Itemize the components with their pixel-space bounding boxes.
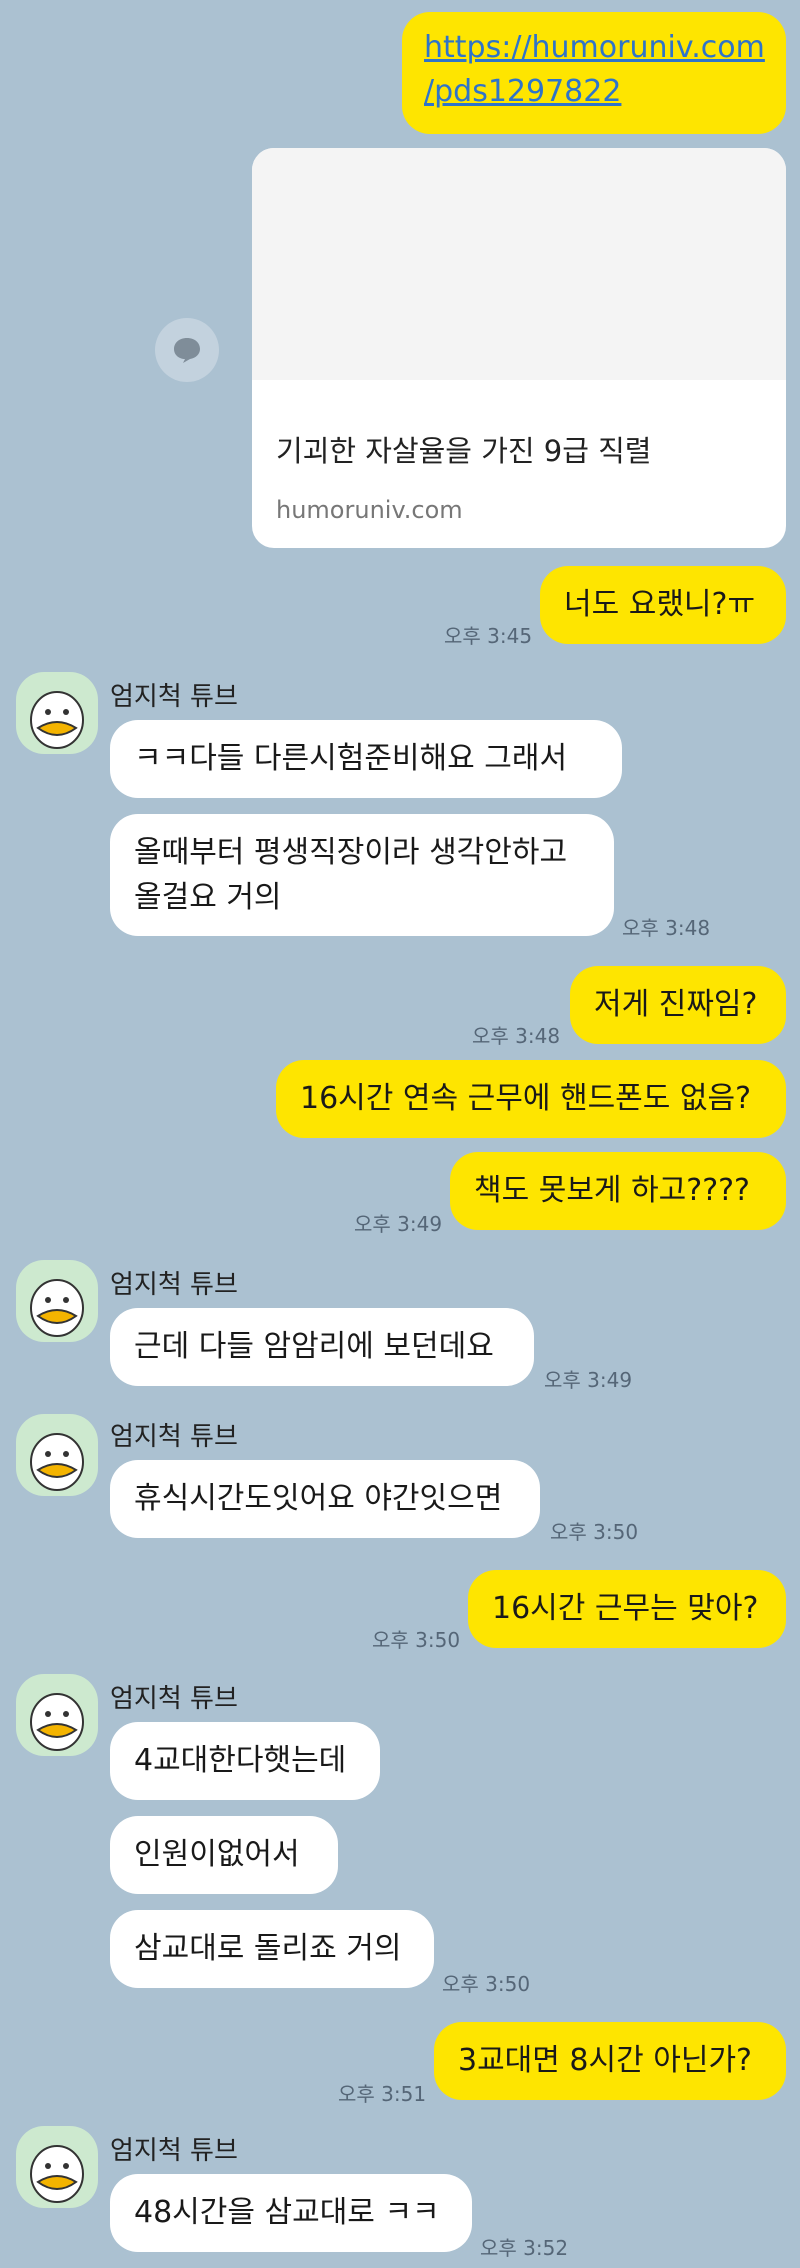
message-bubble-other[interactable]: 4교대한다햇는데 bbox=[110, 1722, 380, 1800]
message-time: 오후 3:50 bbox=[372, 1628, 461, 1652]
message-bubble-mine[interactable]: 책도 못보게 하고???? bbox=[450, 1152, 786, 1230]
sender-name: 엄지척 튜브 bbox=[110, 2136, 238, 2166]
link-preview-title: 기괴한 자살율을 가진 9급 직렬 bbox=[276, 434, 652, 468]
avatar[interactable] bbox=[16, 1260, 98, 1342]
message-line: 올때부터 평생직장이라 생각안하고 bbox=[134, 835, 568, 870]
avatar[interactable] bbox=[16, 672, 98, 754]
message-bubble-other[interactable]: 올때부터 평생직장이라 생각안하고 올걸요 거의 bbox=[110, 814, 614, 936]
link-url-line2[interactable]: /pds1297822 bbox=[424, 70, 764, 114]
avatar-character-icon bbox=[30, 1433, 84, 1491]
message-bubble-mine[interactable]: 저게 진짜임? bbox=[570, 966, 786, 1044]
avatar-character-icon bbox=[30, 1279, 84, 1337]
avatar-character-icon bbox=[30, 2145, 84, 2203]
message-bubble-mine[interactable]: 16시간 근무는 맞아? bbox=[468, 1570, 786, 1648]
message-bubble-other[interactable]: ㅋㅋ다들 다른시험준비해요 그래서 bbox=[110, 720, 622, 798]
avatar[interactable] bbox=[16, 2126, 98, 2208]
message-bubble-mine[interactable]: 3교대면 8시간 아닌가? bbox=[434, 2022, 786, 2100]
message-time: 오후 3:50 bbox=[442, 1972, 531, 1996]
message-bubble-other[interactable]: 삼교대로 돌리죠 거의 bbox=[110, 1910, 434, 1988]
message-bubble-other[interactable]: 근데 다들 암암리에 보던데요 bbox=[110, 1308, 534, 1386]
avatar[interactable] bbox=[16, 1674, 98, 1756]
message-time: 오후 3:48 bbox=[622, 916, 711, 940]
message-time: 오후 3:45 bbox=[444, 624, 533, 648]
link-preview-image bbox=[252, 148, 786, 380]
message-time: 오후 3:49 bbox=[544, 1368, 633, 1392]
message-bubble-other[interactable]: 휴식시간도잇어요 야간잇으면 bbox=[110, 1460, 540, 1538]
message-bubble-other[interactable]: 인원이없어서 bbox=[110, 1816, 338, 1894]
link-preview-card[interactable]: 기괴한 자살율을 가진 9급 직렬 humoruniv.com bbox=[252, 148, 786, 548]
message-bubble-mine[interactable]: 너도 요랬니?ㅠ bbox=[540, 566, 786, 644]
message-time: 오후 3:50 bbox=[550, 1520, 639, 1544]
link-bubble[interactable]: https://humoruniv.com /pds1297822 bbox=[402, 12, 786, 134]
share-button[interactable] bbox=[155, 318, 219, 382]
sender-name: 엄지척 튜브 bbox=[110, 682, 238, 712]
avatar-character-icon bbox=[30, 691, 84, 749]
message-time: 오후 3:52 bbox=[480, 2236, 569, 2260]
chat-bubble-icon bbox=[174, 338, 200, 363]
message-bubble-other[interactable]: 48시간을 삼교대로 ㅋㅋ bbox=[110, 2174, 472, 2252]
avatar-character-icon bbox=[30, 1693, 84, 1751]
message-bubble-mine[interactable]: 16시간 연속 근무에 핸드폰도 없음? bbox=[276, 1060, 786, 1138]
sender-name: 엄지척 튜브 bbox=[110, 1684, 238, 1714]
avatar[interactable] bbox=[16, 1414, 98, 1496]
link-preview-domain: humoruniv.com bbox=[276, 496, 463, 524]
sender-name: 엄지척 튜브 bbox=[110, 1270, 238, 1300]
link-url-line1[interactable]: https://humoruniv.com bbox=[424, 26, 765, 70]
message-time: 오후 3:49 bbox=[354, 1212, 443, 1236]
message-line: 올걸요 거의 bbox=[134, 880, 282, 915]
message-time: 오후 3:51 bbox=[338, 2082, 427, 2106]
sender-name: 엄지척 튜브 bbox=[110, 1422, 238, 1452]
message-time: 오후 3:48 bbox=[472, 1024, 561, 1048]
